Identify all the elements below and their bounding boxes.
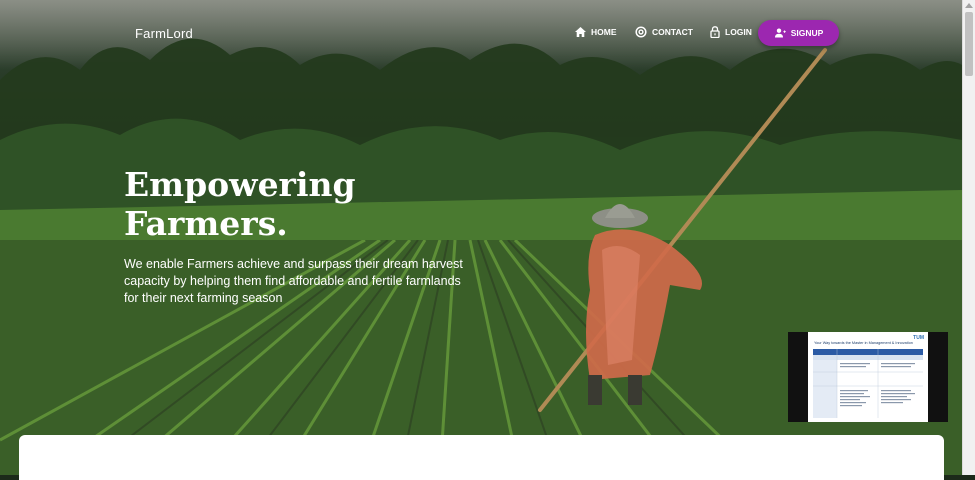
nav-login-label: LOGIN (725, 27, 752, 37)
nav-login-link[interactable]: LOGIN (710, 24, 752, 40)
nav-contact-link[interactable]: CONTACT (635, 24, 693, 40)
top-navbar: FarmLord HOME CONTACT LOGIN SIGNUP (0, 0, 962, 64)
nav-contact-label: CONTACT (652, 27, 693, 37)
home-icon (575, 27, 586, 37)
hero-headline-line2: Farmers. (124, 204, 288, 243)
nav-home-label: HOME (591, 27, 617, 37)
vertical-scrollbar[interactable] (962, 0, 975, 475)
signup-button-label: SIGNUP (790, 28, 824, 38)
hero-headline-line1: Empowering (124, 165, 356, 204)
content-card (19, 435, 944, 480)
lock-icon (710, 26, 720, 38)
at-sign-icon (635, 26, 647, 38)
nav-home-link[interactable]: HOME (575, 24, 617, 40)
presentation-slide: Your Way towards the Master in Managemen… (808, 332, 928, 422)
signup-button[interactable]: SIGNUP (758, 20, 839, 46)
scrollbar-thumb[interactable] (965, 12, 973, 76)
hero-tagline: We enable Farmers achieve and surpass th… (124, 257, 463, 305)
brand-logo-text[interactable]: FarmLord (135, 26, 193, 41)
slide-table (813, 349, 923, 418)
video-overlay[interactable]: Your Way towards the Master in Managemen… (788, 332, 948, 422)
scroll-up-arrow-icon[interactable] (965, 3, 973, 8)
hero-headline: Empowering Farmers. (124, 165, 356, 243)
person-add-icon (774, 28, 786, 38)
